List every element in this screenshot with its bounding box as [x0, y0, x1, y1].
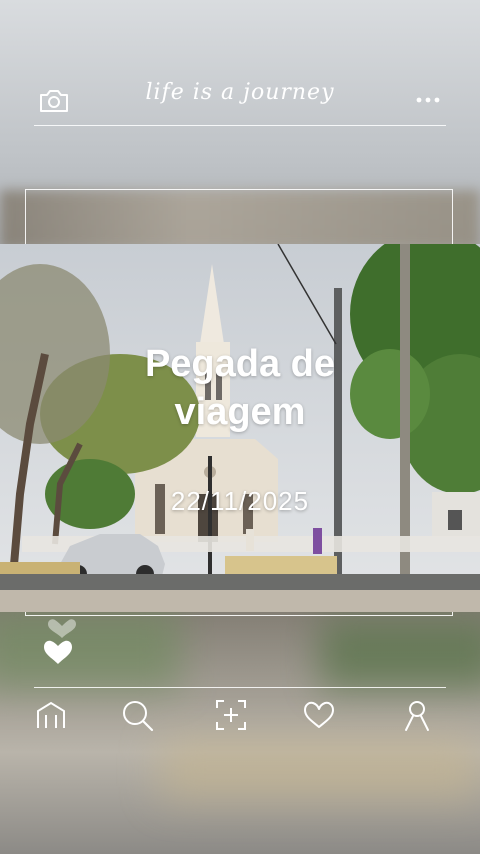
profile-icon[interactable] — [400, 698, 434, 732]
heart-icon[interactable] — [40, 612, 80, 668]
home-icon[interactable] — [34, 698, 68, 732]
add-icon[interactable] — [214, 698, 248, 732]
header-divider — [34, 125, 446, 126]
caption-line-2: viagem — [174, 391, 306, 433]
post-caption: Pegada de viagem — [0, 340, 480, 436]
post-date: 22/11/2025 — [170, 486, 310, 516]
heart-outline-icon[interactable] — [302, 698, 336, 732]
nav-divider — [34, 687, 446, 688]
app-title: life is a journey — [145, 80, 335, 105]
search-icon[interactable] — [120, 698, 154, 732]
more-dots-icon[interactable] — [414, 92, 444, 106]
caption-line-1: Pegada de — [144, 343, 336, 385]
